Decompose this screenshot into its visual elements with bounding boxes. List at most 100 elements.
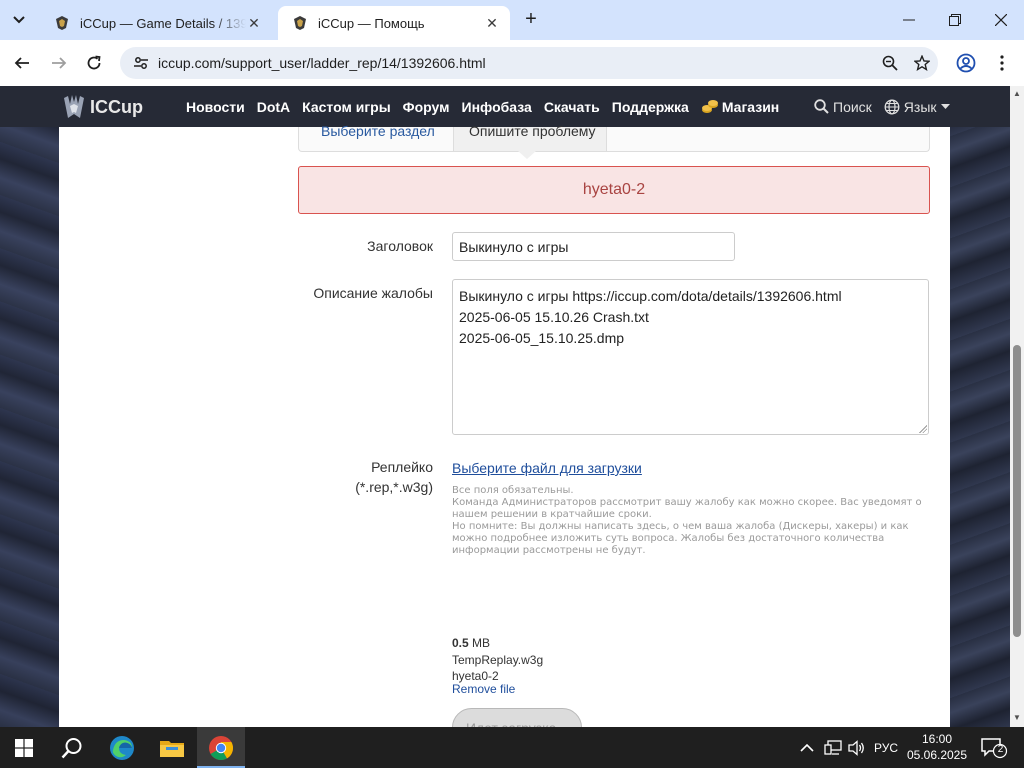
upload-button[interactable]: Идет загрузка... — [452, 708, 582, 727]
nav-news[interactable]: Новости — [186, 99, 245, 115]
tab-title: iCCup — Помощь — [318, 15, 425, 31]
scroll-thumb[interactable] — [1013, 345, 1021, 637]
more-vertical-icon — [1000, 55, 1004, 71]
taskbar-file-explorer[interactable] — [148, 727, 196, 768]
choose-file-link[interactable]: Выберите файл для загрузки — [452, 460, 642, 476]
bookmark-button[interactable] — [906, 55, 938, 71]
nav-infobase[interactable]: Инфобаза — [462, 99, 532, 115]
tune-icon — [134, 57, 148, 69]
account-icon — [956, 53, 976, 73]
step-choose-section[interactable]: Выберите раздел — [299, 124, 453, 151]
tab-game-details[interactable]: iCCup — Game Details / 1392606 ✕ — [40, 6, 272, 40]
back-button[interactable] — [8, 49, 36, 77]
minimize-icon — [903, 19, 915, 21]
new-tab-button[interactable]: + — [520, 9, 542, 31]
network-icon[interactable] — [824, 739, 842, 756]
nav-dota[interactable]: DotA — [257, 99, 290, 115]
iccup-favicon-icon — [56, 16, 68, 30]
caret-down-icon — [940, 103, 950, 109]
hint-line: Все поля обязательны. — [452, 485, 574, 496]
site-logo[interactable]: ICCup — [62, 92, 143, 122]
language-label: Язык — [903, 98, 937, 115]
description-line: 2025-06-05_15.10.25.dmp — [459, 330, 625, 346]
notification-center-button[interactable]: 2 — [980, 735, 1008, 759]
browser-toolbar: iccup.com/support_user/ladder_rep/14/139… — [0, 40, 1024, 86]
arrow-right-icon — [52, 57, 67, 69]
nav-forum[interactable]: Форум — [403, 99, 450, 115]
reload-icon — [87, 55, 101, 70]
taskbar: РУС 16:00 05.06.2025 2 — [0, 727, 1024, 768]
clock-date: 05.06.2025 — [906, 748, 968, 762]
page-scrollbar[interactable]: ▲ ▼ — [1010, 86, 1024, 727]
nav-download[interactable]: Скачать — [544, 99, 600, 115]
taskbar-edge[interactable] — [98, 727, 146, 768]
chrome-icon — [209, 735, 234, 760]
coins-icon — [701, 99, 718, 113]
description-textarea[interactable]: Выкинуло с игры https://iccup.com/dota/d… — [452, 279, 929, 435]
globe-icon — [884, 99, 900, 114]
file-size-value: 0.5 — [452, 636, 469, 650]
background-art — [0, 86, 60, 727]
tab-support[interactable]: iCCup — Помощь ✕ — [278, 6, 510, 40]
nav-shop-label: Магазин — [721, 98, 780, 115]
close-icon[interactable]: ✕ — [246, 15, 262, 32]
reload-button[interactable] — [80, 49, 108, 77]
title-label: Заголовок — [367, 238, 433, 254]
description-line: 2025-06-05 15.10.26 Crash.txt — [459, 309, 649, 325]
close-window-button[interactable] — [978, 0, 1024, 40]
nav-custom-games[interactable]: Кастом игры — [302, 99, 391, 115]
restore-button[interactable] — [932, 0, 978, 40]
tab-title: iCCup — Game Details / 1392606 — [80, 15, 246, 31]
tab-search-button[interactable] — [6, 8, 32, 32]
description-line: Выкинуло с игры https://iccup.com/dota/d… — [459, 288, 842, 304]
taskbar-chrome[interactable] — [197, 727, 245, 768]
volume-icon[interactable] — [848, 739, 866, 756]
system-tray: РУС — [800, 727, 898, 768]
url-text[interactable]: iccup.com/support_user/ladder_rep/14/139… — [158, 55, 874, 71]
nav-shop[interactable]: Магазин — [701, 99, 779, 115]
chevron-up-icon[interactable] — [800, 743, 814, 752]
page-viewport: ICCup Новости DotA Кастом игры Форум Инф… — [0, 86, 1010, 727]
hint-line: Команда Администраторов рассмотрит вашу … — [452, 497, 922, 508]
zoom-icon — [882, 55, 898, 71]
nav-support[interactable]: Поддержка — [612, 99, 689, 115]
star-icon — [914, 55, 930, 71]
resize-handle[interactable] — [919, 425, 927, 433]
remove-file-link[interactable]: Remove file — [452, 682, 515, 696]
chevron-down-icon — [13, 16, 25, 24]
scroll-down-icon[interactable]: ▼ — [1013, 714, 1021, 722]
folder-icon — [160, 740, 184, 757]
replay-extensions-label: (*.rep,*.w3g) — [355, 479, 433, 495]
hint-line: Но помните: Вы должны написать здесь, о … — [452, 521, 909, 532]
support-steps: Выберите раздел Опишите проблему — [298, 124, 930, 159]
hint-line: нашем решении в кратчайшие сроки. — [452, 509, 652, 520]
site-info-button[interactable] — [124, 55, 158, 71]
input-language[interactable]: РУС — [874, 741, 898, 755]
language-dropdown[interactable]: Язык — [884, 99, 950, 115]
taskbar-clock[interactable]: 16:00 05.06.2025 — [904, 731, 970, 763]
search-label: Поиск — [833, 98, 872, 115]
hint-line: информации рассмотрены не будут. — [452, 545, 646, 556]
step-describe-problem[interactable]: Опишите проблему — [453, 124, 607, 151]
address-bar[interactable]: iccup.com/support_user/ladder_rep/14/139… — [120, 47, 938, 79]
replay-label: Реплейко — [371, 459, 433, 475]
search-icon — [814, 99, 829, 114]
start-button[interactable] — [0, 727, 48, 768]
taskbar-search-button[interactable] — [48, 727, 96, 768]
site-navbar: ICCup Новости DotA Кастом игры Форум Инф… — [0, 86, 1010, 127]
zoom-button[interactable] — [874, 55, 906, 71]
minimize-button[interactable] — [886, 0, 932, 40]
browser-tabstrip: iCCup — Game Details / 1392606 ✕ iCCup —… — [0, 0, 1024, 40]
site-search-button[interactable]: Поиск — [814, 99, 872, 115]
active-step-caret — [518, 151, 536, 159]
alert-banner: hyeta0-2 — [298, 166, 930, 214]
edge-icon — [110, 735, 134, 760]
arrow-left-icon — [14, 57, 29, 69]
support-form-panel: Выберите раздел Опишите проблему hyeta0-… — [59, 124, 950, 727]
forward-button[interactable] — [45, 49, 73, 77]
browser-menu-button[interactable] — [988, 49, 1016, 77]
title-input[interactable]: Выкинуло с игры — [452, 232, 735, 261]
close-icon[interactable]: ✕ — [484, 15, 500, 32]
scroll-up-icon[interactable]: ▲ — [1013, 90, 1021, 98]
profile-button[interactable] — [952, 49, 980, 77]
